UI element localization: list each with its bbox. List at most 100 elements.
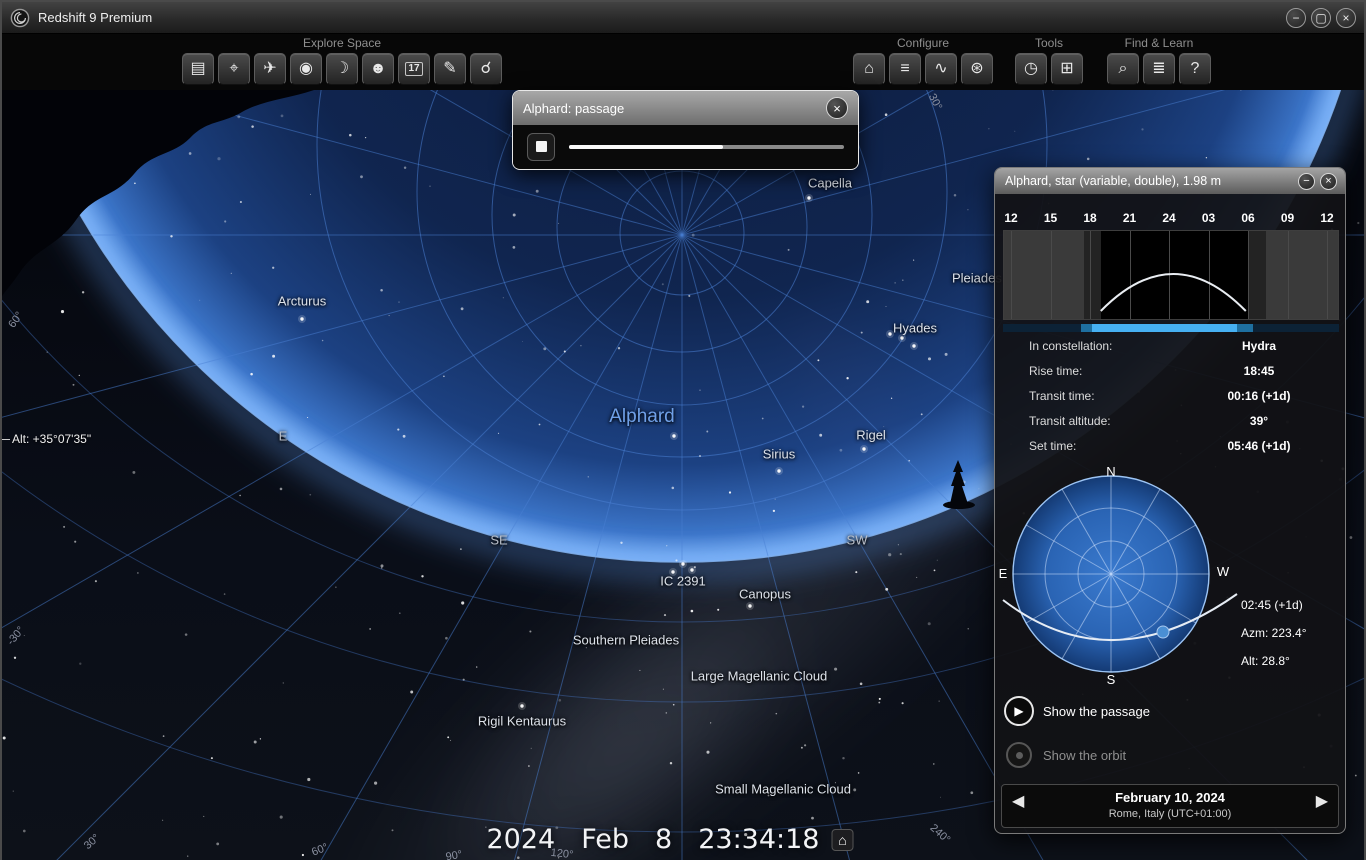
toolbar-group: Configure ⌂ ≡ ∿ ⊛ (853, 36, 993, 85)
compass-east-label: E (999, 566, 1008, 581)
search-button[interactable]: ⌕ (1107, 53, 1139, 85)
marker-altitude: Alt: 28.8° (1241, 654, 1290, 668)
home-icon: ⌂ (838, 831, 847, 848)
nav-location: Rome, Italy (UTC+01:00) (1108, 808, 1232, 820)
toolbar-group-label: Explore Space (302, 36, 382, 50)
telescope-button[interactable]: ☌ (470, 53, 502, 85)
object-info-panel: Alphard, star (variable, double), 1.98 m… (994, 167, 1346, 834)
stop-playback-button[interactable] (527, 132, 555, 161)
show-passage-button[interactable]: ▶ (1004, 696, 1034, 726)
minimize-window-button[interactable]: − (1286, 7, 1306, 28)
object-label[interactable]: Rigil Kentaurus (478, 714, 566, 729)
moon-phases-button[interactable]: ☽ (326, 53, 358, 85)
time-axis-label: 15 (1043, 211, 1058, 225)
object-label[interactable]: Canopus (739, 587, 791, 602)
calendar-button[interactable]: 17 (398, 53, 430, 85)
show-orbit-button[interactable] (1006, 742, 1032, 768)
visibility-button[interactable]: ◉ (290, 53, 322, 85)
altitude-indicator: Alt: +35°07'35" (12, 432, 92, 446)
passage-dialog-header[interactable]: Alphard: passage × (513, 91, 858, 125)
datetime-display[interactable]: 2024 Feb 8 23:34:18 ⌂ (487, 824, 854, 855)
next-day-button[interactable]: ▶ (1316, 794, 1328, 810)
date-navigator: ◀ February 10, 2024 Rome, Italy (UTC+01:… (1001, 784, 1339, 828)
detail-value: Hydra (1241, 339, 1277, 353)
object-label[interactable]: Small Magellanic Cloud (715, 782, 851, 797)
rocket-flight-button[interactable]: ✈ (254, 53, 286, 85)
info-panel-minimize-button[interactable]: − (1298, 172, 1315, 190)
toolbar-group-label: Find & Learn (1124, 36, 1194, 50)
curves-icon: ∿ (934, 60, 948, 77)
object-label[interactable]: IC 2391 (660, 574, 706, 589)
titlebar[interactable]: Redshift 9 Premium − ▢ × (2, 2, 1364, 34)
telescope-icon: ☌ (480, 60, 492, 77)
compass-north-label: N (1106, 464, 1115, 479)
toolbar-group-label: Configure (896, 36, 950, 50)
curves-button[interactable]: ∿ (925, 53, 957, 85)
close-icon: × (833, 100, 841, 116)
detail-label: Transit altitude: (1029, 414, 1111, 428)
toolbar-group-label: Tools (1034, 36, 1063, 50)
maximize-window-button[interactable]: ▢ (1311, 7, 1331, 28)
help-button[interactable]: ? (1179, 53, 1211, 85)
visibility-icon: ◉ (299, 60, 313, 77)
close-window-button[interactable]: × (1336, 7, 1356, 28)
window-controls: − ▢ × (1286, 7, 1356, 28)
date-year[interactable]: 2024 (487, 824, 556, 855)
minimize-icon: − (1303, 174, 1310, 187)
orbits-button[interactable]: ⊛ (961, 53, 993, 85)
object-label[interactable]: Arcturus (278, 294, 326, 309)
handbook-icon: ≣ (1152, 60, 1166, 77)
passage-dialog-body (513, 125, 858, 168)
object-label[interactable]: Rigel (856, 428, 886, 443)
direction-label: E (278, 428, 288, 444)
play-icon: ▶ (1014, 704, 1024, 718)
time-axis-label: 12 (1004, 211, 1018, 225)
save-icon: ▤ (190, 60, 206, 77)
home-view-button[interactable]: ⌂ (853, 53, 885, 85)
toolbar: Explore Space ▤ ⌖ ✈ ◉ ☽ ☻ 17 ✎ ☌ Configure ⌂ ≡ ∿ ⊛ Tool… (2, 34, 1364, 90)
object-label[interactable]: Large Magellanic Cloud (691, 669, 828, 684)
info-panel-title: Alphard, star (variable, double), 1.98 m (1005, 174, 1222, 188)
object-label[interactable]: Capella (808, 176, 852, 191)
time-axis-label: 18 (1083, 211, 1097, 225)
time-settings-icon: ◷ (1024, 60, 1038, 77)
detail-row: Rise time: 18:45 (995, 359, 1345, 384)
object-label[interactable]: Hyades (893, 321, 937, 336)
add-panel-button[interactable]: ⊞ (1051, 53, 1083, 85)
observer-button[interactable]: ☻ (362, 53, 394, 85)
direction-label: SW (846, 532, 868, 548)
show-passage-label[interactable]: Show the passage (1043, 704, 1150, 719)
search-icon: ⌕ (1118, 60, 1128, 77)
toolbar-group: Tools ◷ ⊞ (1015, 36, 1083, 85)
date-day[interactable]: 8 (655, 824, 672, 855)
above-horizon-bar (1080, 324, 1092, 332)
info-panel-close-button[interactable]: × (1320, 172, 1337, 190)
maximize-icon: ▢ (1315, 10, 1327, 25)
passage-progress-slider[interactable] (569, 144, 844, 149)
object-label[interactable]: Southern Pleiades (573, 633, 679, 648)
close-icon: × (1325, 174, 1332, 187)
edit-button[interactable]: ✎ (434, 53, 466, 85)
selected-object-label[interactable]: Alphard (609, 406, 675, 428)
passage-compass: N E W S (995, 458, 1347, 690)
chevron-right-icon: ▶ (1315, 793, 1328, 810)
save-button[interactable]: ▤ (182, 53, 214, 85)
time-of-day[interactable]: 23:34:18 (698, 824, 819, 855)
passage-dialog-close-button[interactable]: × (826, 97, 848, 119)
passage-progress-fill (569, 144, 723, 149)
location-button[interactable]: ⌖ (218, 53, 250, 85)
time-settings-button[interactable]: ◷ (1015, 53, 1047, 85)
home-time-button[interactable]: ⌂ (831, 828, 854, 851)
orbit-icon (1015, 751, 1023, 759)
info-panel-header[interactable]: Alphard, star (variable, double), 1.98 m… (995, 168, 1345, 194)
observer-icon: ☻ (369, 60, 387, 77)
passage-dialog: Alphard: passage × (512, 90, 859, 170)
date-month[interactable]: Feb (581, 824, 629, 855)
display-settings-button[interactable]: ≡ (889, 53, 921, 85)
calendar-icon: 17 (405, 62, 423, 76)
handbook-button[interactable]: ≣ (1143, 53, 1175, 85)
object-label[interactable]: Sirius (763, 447, 796, 462)
show-orbit-label[interactable]: Show the orbit (1043, 748, 1126, 763)
marker-azimuth: Azm: 223.4° (1241, 626, 1307, 640)
above-horizon-bar (1091, 324, 1237, 332)
